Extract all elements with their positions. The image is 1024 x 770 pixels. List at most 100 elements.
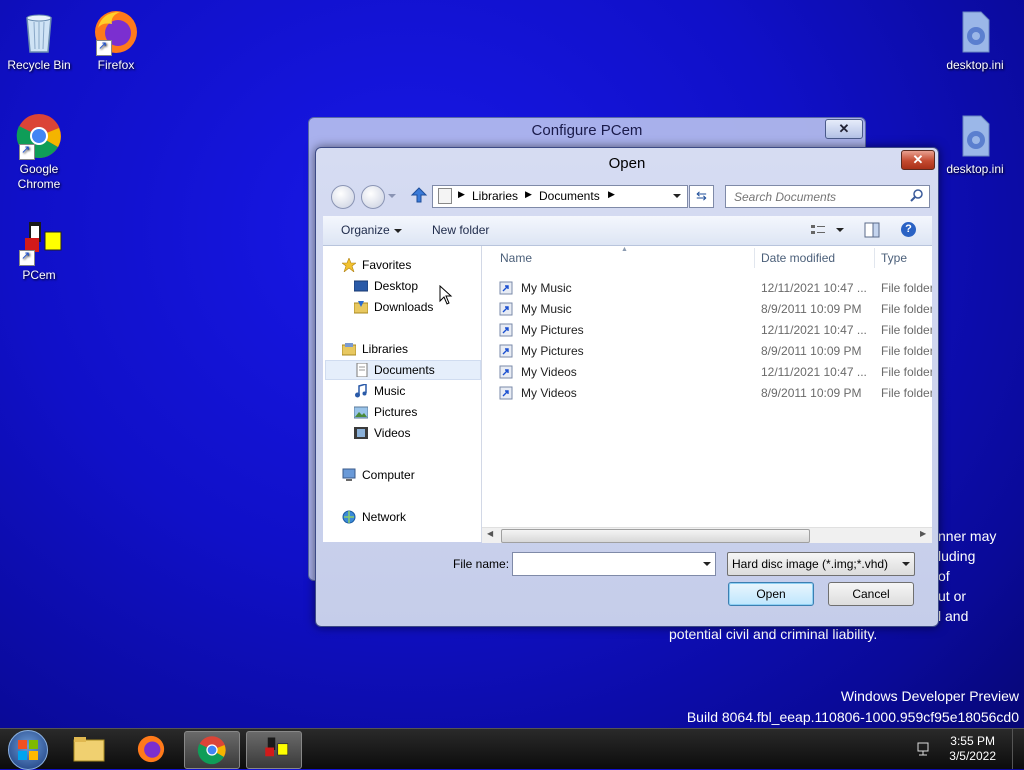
preview-pane-icon[interactable] — [864, 222, 880, 241]
organize-button[interactable]: Organize — [341, 223, 402, 237]
folder-shortcut-icon — [499, 365, 513, 379]
file-name-label: File name: — [453, 557, 510, 571]
column-header-date[interactable]: Date modified — [761, 251, 835, 265]
pcem-icon — [15, 218, 63, 266]
taskbar-chrome-button[interactable] — [184, 731, 240, 769]
breadcrumb-libraries[interactable]: Libraries — [472, 189, 518, 203]
videos-icon — [354, 426, 368, 440]
computer-icon — [342, 468, 356, 482]
system-clock[interactable]: 3:55 PM 3/5/2022 — [949, 734, 996, 764]
watermark-line-1: Windows Developer Preview — [840, 688, 1019, 704]
desktop-ini-label: desktop.ini — [946, 58, 1004, 72]
file-list: Name ▲ Date modified Type My Music 12/11… — [482, 246, 932, 542]
column-header-type[interactable]: Type — [881, 251, 907, 265]
taskbar-firefox-button[interactable] — [124, 731, 178, 767]
shortcut-arrow-icon — [96, 39, 112, 56]
settings-file-icon — [951, 8, 999, 56]
file-row[interactable]: My Pictures 12/11/2021 10:47 ... File fo… — [482, 319, 932, 340]
pictures-icon — [353, 405, 369, 419]
address-bar[interactable]: ▶ Libraries ▶ Documents ▶ — [432, 185, 688, 208]
up-arrow-icon[interactable] — [410, 186, 428, 207]
mouse-cursor-icon — [439, 284, 453, 308]
firefox-icon — [92, 8, 140, 56]
obscured-text: nner may luding of ut or l and — [938, 528, 997, 624]
folder-shortcut-icon — [499, 344, 513, 358]
file-name-combobox[interactable] — [512, 552, 716, 576]
dialog-title: Configure PCem — [531, 122, 643, 139]
desktop-icon-desktop-ini-2[interactable]: desktop.ini — [937, 112, 1013, 177]
chevron-down-icon[interactable] — [703, 562, 711, 566]
shortcut-arrow-icon — [19, 143, 35, 160]
chevron-down-icon — [394, 229, 402, 233]
search-box[interactable] — [725, 185, 930, 208]
new-folder-button[interactable]: New folder — [432, 223, 489, 237]
file-row[interactable]: My Music 8/9/2011 10:09 PM File folder — [482, 298, 932, 319]
file-type-select[interactable]: Hard disc image (*.img;*.vhd) — [727, 552, 915, 576]
view-options-icon[interactable] — [810, 223, 826, 240]
breadcrumb-documents[interactable]: Documents — [539, 189, 600, 203]
search-icon — [910, 188, 924, 205]
desktop-icon-recycle-bin[interactable]: Recycle Bin — [1, 8, 77, 73]
horizontal-scrollbar[interactable]: ◀ ▶ — [482, 527, 932, 543]
network-icon — [342, 510, 356, 524]
recycle-bin-label: Recycle Bin — [7, 58, 71, 72]
chrome-icon — [197, 736, 226, 765]
chevron-right-icon[interactable]: ▶ — [525, 189, 532, 200]
dialog-title: Open — [608, 155, 646, 172]
scrollbar-thumb[interactable] — [501, 529, 810, 543]
file-name-input[interactable] — [517, 556, 693, 572]
open-button[interactable]: Open — [728, 582, 814, 606]
chevron-down-icon — [902, 562, 910, 566]
documents-icon — [355, 362, 369, 378]
file-row[interactable]: My Videos 12/11/2021 10:47 ... File fold… — [482, 361, 932, 382]
desktop-icon-firefox[interactable]: Firefox — [78, 8, 154, 73]
scroll-right-icon[interactable]: ▶ — [920, 529, 926, 538]
back-button[interactable] — [331, 185, 355, 209]
folder-icon — [73, 737, 105, 762]
downloads-folder-icon — [353, 300, 369, 314]
file-type-value: Hard disc image (*.img;*.vhd) — [732, 557, 889, 571]
sort-arrow-icon: ▲ — [621, 246, 628, 253]
network-tray-icon[interactable] — [916, 741, 932, 760]
close-button[interactable]: ✕ — [825, 119, 863, 139]
refresh-icon[interactable]: ⇆ — [689, 185, 714, 208]
desktop-icon-pcem[interactable]: PCem — [1, 218, 77, 283]
address-dropdown-icon[interactable] — [673, 194, 681, 198]
chevron-right-icon[interactable]: ▶ — [458, 189, 465, 200]
os-watermark: Windows Developer Preview Build 8064.fbl… — [687, 686, 1019, 728]
pcem-icon — [265, 737, 289, 757]
command-bar: Organize New folder ? — [323, 216, 932, 246]
chevron-down-icon[interactable] — [836, 228, 844, 232]
clock-date: 3/5/2022 — [949, 749, 996, 763]
watermark-line-2: Build 8064.fbl_eeap.110806-1000.959cf95e… — [686, 709, 1019, 725]
firefox-label: Firefox — [97, 58, 135, 72]
chevron-right-icon[interactable]: ▶ — [608, 189, 615, 200]
column-header-name[interactable]: Name — [500, 251, 532, 265]
libraries-icon — [341, 342, 357, 356]
close-button[interactable]: ✕ — [901, 150, 935, 170]
cancel-button[interactable]: Cancel — [828, 582, 914, 606]
file-row[interactable]: My Pictures 8/9/2011 10:09 PM File folde… — [482, 340, 932, 361]
scroll-left-icon[interactable]: ◀ — [487, 529, 493, 538]
obscured-text-last: potential civil and criminal liability. — [669, 626, 878, 642]
forward-button[interactable] — [361, 185, 385, 209]
folder-shortcut-icon — [499, 281, 513, 295]
column-divider — [754, 248, 755, 268]
folder-shortcut-icon — [499, 302, 513, 316]
firefox-icon — [137, 735, 165, 763]
taskbar-pcem-button[interactable] — [246, 731, 302, 769]
chrome-label: Google Chrome — [17, 162, 61, 191]
desktop-icon-desktop-ini-1[interactable]: desktop.ini — [937, 8, 1013, 73]
file-row[interactable]: My Videos 8/9/2011 10:09 PM File folder — [482, 382, 932, 403]
start-button[interactable] — [8, 730, 48, 770]
taskbar-explorer-button[interactable] — [62, 731, 116, 767]
help-icon[interactable]: ? — [901, 222, 916, 237]
settings-file-icon — [951, 112, 999, 160]
file-row[interactable]: My Music 12/11/2021 10:47 ... File folde… — [482, 277, 932, 298]
desktop-icon-chrome[interactable]: Google Chrome — [1, 112, 77, 192]
show-desktop-button[interactable] — [1012, 729, 1024, 769]
pcem-label: PCem — [22, 268, 56, 282]
nav-documents[interactable]: Documents — [325, 360, 481, 380]
shortcut-arrow-icon — [19, 249, 35, 266]
search-input[interactable] — [732, 189, 906, 205]
